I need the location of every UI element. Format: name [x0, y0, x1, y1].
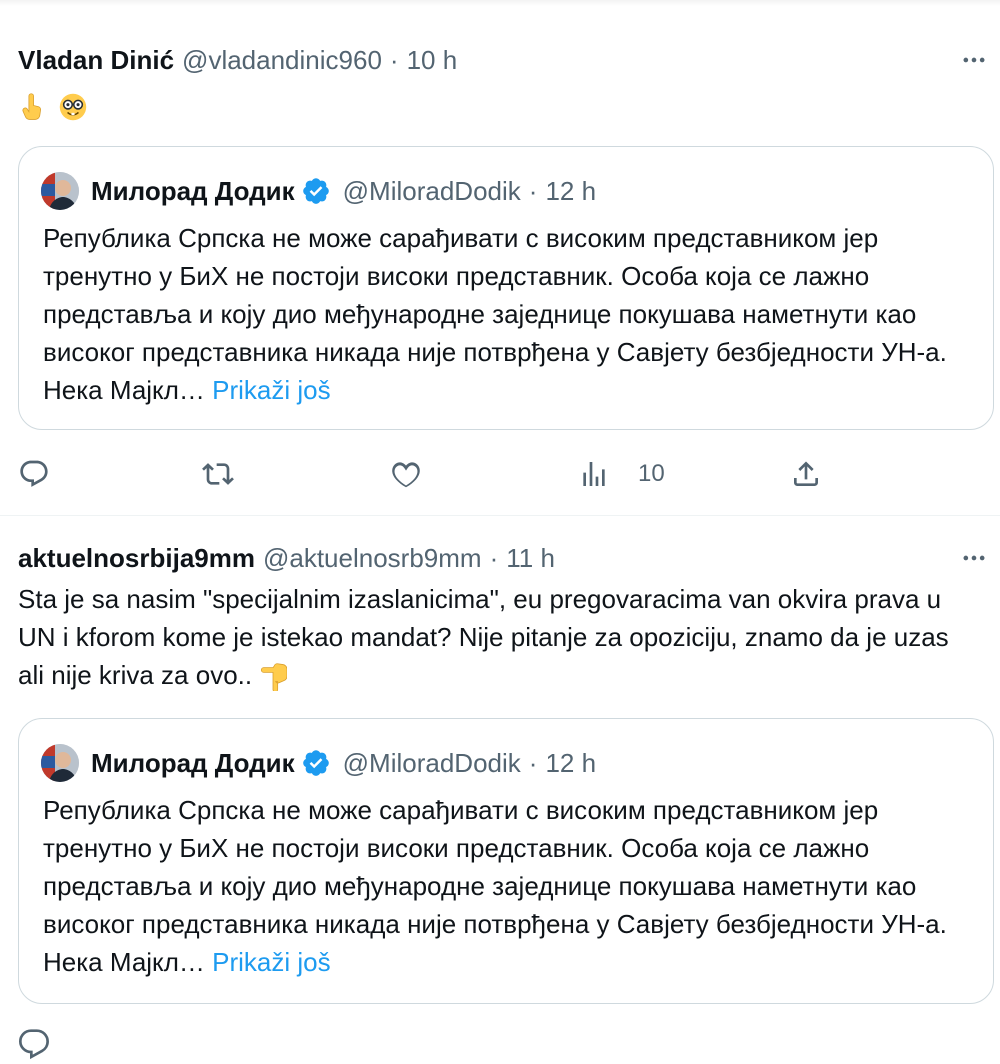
- quoted-author-handle[interactable]: @MiloradDodik: [343, 176, 521, 207]
- quoted-author-name[interactable]: Милорад Додик: [91, 176, 295, 207]
- quoted-tweet[interactable]: Милорад Додик @MiloradDodik · 12 h Репуб…: [18, 146, 994, 430]
- tweet[interactable]: aktuelnosrbija9mm @aktuelnosrb9mm · 11 h…: [0, 516, 1000, 1060]
- share-button[interactable]: [790, 454, 822, 494]
- reply-button[interactable]: [18, 454, 50, 494]
- quoted-tweet-text: Република Српска не може сарађивати с ви…: [43, 219, 973, 409]
- quoted-tweet-header: Милорад Додик @MiloradDodik · 12 h: [41, 171, 596, 211]
- separator-dot: ·: [528, 747, 538, 778]
- separator-dot: ·: [389, 44, 399, 75]
- tweet-header: Vladan Dinić @vladandinic960 · 10 h: [18, 42, 457, 78]
- quoted-timestamp[interactable]: 12 h: [545, 748, 596, 779]
- tweet-actions: 10: [0, 454, 1000, 494]
- quoted-text-body: Република Српска не може сарађивати с ви…: [43, 795, 947, 977]
- quoted-timestamp[interactable]: 12 h: [545, 176, 596, 207]
- quoted-author-handle[interactable]: @MiloradDodik: [343, 748, 521, 779]
- reply-icon: [19, 1029, 49, 1060]
- pointing-up-emoji: [22, 93, 41, 120]
- tweet[interactable]: Vladan Dinić @vladandinic960 · 10 h Мило…: [0, 0, 1000, 516]
- views-count: 10: [638, 460, 665, 487]
- quoted-tweet-header: Милорад Додик @MiloradDodik · 12 h: [41, 743, 596, 783]
- views-icon: [583, 462, 605, 486]
- timestamp[interactable]: 10 h: [407, 45, 458, 76]
- tweet-text-body: Sta je sa nasim "specijalnim izaslanicim…: [18, 584, 949, 690]
- share-icon: [794, 461, 818, 486]
- quoted-text-body: Република Српска не може сарађивати с ви…: [43, 223, 947, 405]
- heart-icon: [392, 462, 420, 488]
- separator-dot: ·: [489, 542, 499, 573]
- avatar[interactable]: [41, 172, 79, 210]
- timestamp[interactable]: 11 h: [506, 543, 555, 574]
- reply-button[interactable]: [18, 1024, 50, 1064]
- tweet-text: [18, 86, 978, 124]
- author-handle[interactable]: @aktuelnosrb9mm: [263, 543, 482, 574]
- quoted-tweet-text: Република Српска не може сарађивати с ви…: [43, 791, 973, 981]
- tweet-header: aktuelnosrbija9mm @aktuelnosrb9mm · 11 h: [18, 540, 555, 576]
- author-name[interactable]: Vladan Dinić: [18, 45, 174, 76]
- tweet-actions: [0, 1024, 1000, 1064]
- separator-dot: ·: [528, 175, 538, 206]
- author-name[interactable]: aktuelnosrbija9mm: [18, 543, 255, 574]
- show-more-link[interactable]: Prikaži još: [212, 947, 330, 977]
- author-handle[interactable]: @vladandinic960: [182, 45, 382, 76]
- reply-icon: [20, 460, 48, 487]
- like-button[interactable]: [390, 454, 422, 494]
- avatar[interactable]: [41, 744, 79, 782]
- nerd-face-emoji: [60, 93, 87, 121]
- quoted-tweet[interactable]: Милорад Додик @MiloradDodik · 12 h Репуб…: [18, 718, 994, 1004]
- show-more-link[interactable]: Prikaži još: [212, 375, 330, 405]
- retweet-button[interactable]: [202, 454, 234, 494]
- pointing-down-emoji: [261, 663, 288, 692]
- quoted-author-name[interactable]: Милорад Додик: [91, 748, 295, 779]
- retweet-icon: [202, 463, 234, 485]
- more-options-icon[interactable]: [956, 540, 992, 576]
- verified-badge-icon: [302, 750, 329, 776]
- more-options-icon[interactable]: [956, 42, 992, 78]
- verified-badge-icon: [302, 178, 329, 204]
- views-button[interactable]: 10: [578, 454, 665, 494]
- tweet-text: Sta je sa nasim "specijalnim izaslanicim…: [18, 580, 978, 694]
